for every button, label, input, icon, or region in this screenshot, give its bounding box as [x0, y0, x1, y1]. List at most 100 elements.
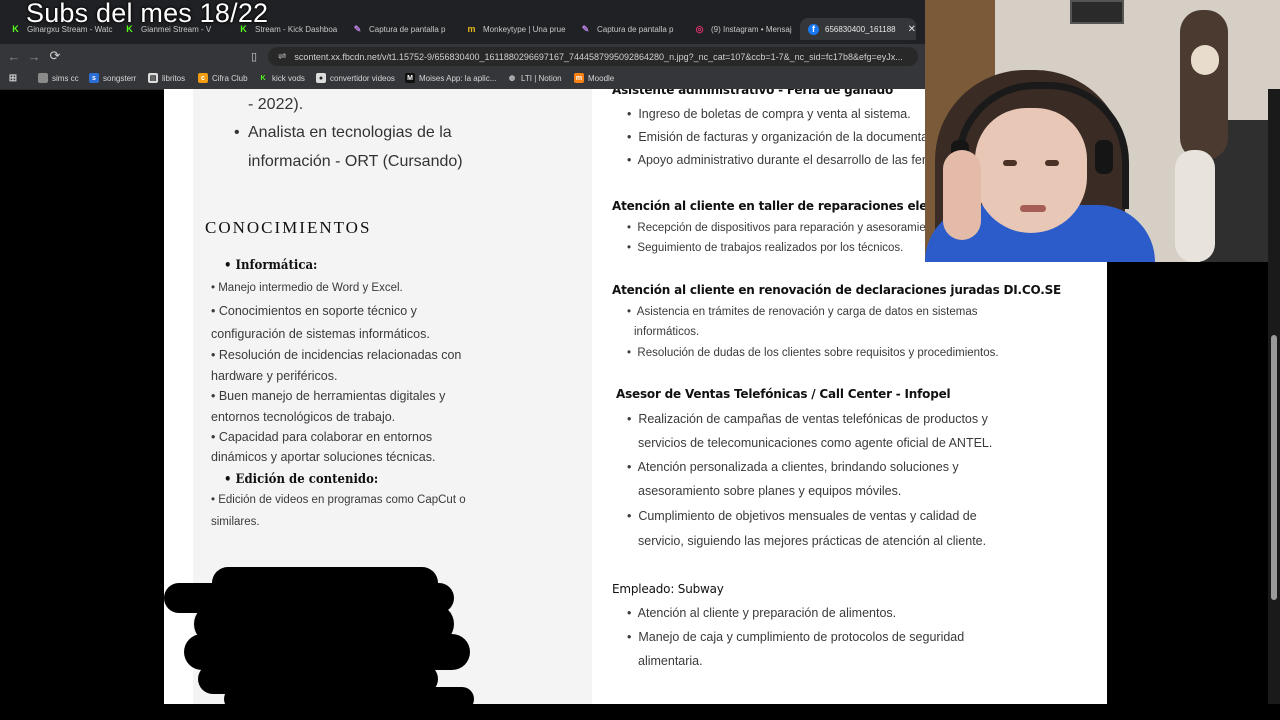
job-infopel-item-1-cont: asesoramiento sobre planes y equipos móv… [638, 484, 902, 498]
bookmark-lti-notion[interactable]: ◍ LTI | Notion [507, 73, 562, 83]
kick-icon: K [260, 74, 266, 82]
job-infopel-item-0-cont: servicios de telecomunicaciones como age… [638, 436, 993, 450]
job-infopel-item-1: • Atención personalizada a clientes, bri… [627, 460, 959, 474]
address-bar[interactable]: ⇌ scontent.xx.fbcdn.net/v/t1.15752-9/656… [268, 47, 918, 66]
feather-icon: ✎ [581, 23, 590, 34]
tab-label: Monkeytype | Una prue [483, 24, 566, 34]
back-arrow-icon[interactable]: ← [6, 48, 22, 64]
close-tab-icon[interactable]: ✕ [908, 24, 916, 35]
bookmark-libritos[interactable]: ▤ libritos [148, 73, 185, 83]
content-subheading-text: Edición de contenido: [235, 472, 379, 487]
job-taller-item-1: • Seguimiento de trabajos realizados por… [627, 242, 904, 254]
cam-person-hand [943, 150, 981, 240]
job-dicose-item-0-cont: informáticos. [634, 326, 700, 338]
scrollbar-thumb[interactable] [1271, 335, 1277, 600]
job-title-feria: Asistente administrativo - Feria de gana… [612, 89, 894, 97]
job-feria-item-2: • Apoyo administrativo durante el desarr… [627, 153, 946, 167]
url-text: scontent.xx.fbcdn.net/v/t1.15752-9/65683… [294, 51, 903, 62]
bookmark-convertidor[interactable]: ● convertidor videos [316, 73, 395, 83]
item-text: Emisión de facturas y organización de la… [638, 130, 955, 144]
cam-plush-face [1191, 45, 1219, 75]
cam-plush [1180, 10, 1228, 160]
job-infopel-item-0: • Realización de campañas de ventas tele… [627, 412, 988, 426]
skills-heading: CONOCIMIENTOS [205, 218, 372, 237]
item-text: Resolución de dudas de los clientes sobr… [637, 347, 999, 359]
it-subheading: • Informática: [224, 258, 318, 273]
it-line-3: • Resolución de incidencias relacionadas… [211, 348, 462, 362]
bookmark-cifra-club[interactable]: c Cifra Club [198, 73, 248, 83]
bookmark-songsterr[interactable]: s songsterr [89, 73, 136, 83]
tab-captura-1[interactable]: ✎ Captura de pantalla p [352, 18, 452, 40]
bookmark-label: Moises App: la aplic... [419, 73, 497, 83]
bookmark-icon[interactable]: ▯ [246, 48, 262, 64]
content-line-0: • Edición de videos en programas como Ca… [211, 494, 466, 506]
facebook-icon: f [808, 23, 819, 35]
it-line-8: dinámicos y aportar soluciones técnicas. [211, 450, 436, 464]
job-infopel-item-2-cont: servicio, siguiendo las mejores práctica… [638, 534, 987, 548]
bookmark-label: sims cc [52, 73, 79, 83]
item-text: Apoyo administrativo durante el desarrol… [637, 153, 946, 167]
it-line-0: • Manejo intermedio de Word y Excel. [211, 282, 403, 294]
it-subheading-text: Informática: [235, 258, 318, 273]
education-item-line2: información - ORT (Cursando) [248, 153, 463, 170]
job-dicose-item-1: • Resolución de dudas de los clientes so… [627, 347, 999, 359]
tab-monkeytype[interactable]: m Monkeytype | Una prue [466, 18, 566, 40]
forward-arrow-icon[interactable]: → [26, 48, 42, 64]
bookmark-moodle[interactable]: m Moodle [574, 73, 614, 83]
item-text: Ingreso de boletas de compra y venta al … [638, 107, 911, 121]
tab-active-image[interactable]: f 656830400_161188 ✕ [800, 18, 916, 40]
cam-headset-cup [1095, 140, 1113, 174]
item-text: Seguimiento de trabajos realizados por l… [637, 242, 904, 254]
tab-captura-2[interactable]: ✎ Captura de pantalla p [580, 18, 680, 40]
convert-icon: ● [316, 73, 326, 83]
item-text: Asistencia en trámites de renovación y c… [636, 306, 978, 318]
monkeytype-icon: m [467, 24, 476, 34]
bookmark-kick-vods[interactable]: K kick vods [258, 73, 304, 83]
webcam-overlay [925, 0, 1280, 262]
bookmark-label: Cifra Club [212, 73, 248, 83]
moodle-icon: m [574, 73, 584, 83]
tab-label: Captura de pantalla p [597, 24, 674, 34]
education-item-line1: Analista en tecnologias de la [248, 124, 452, 141]
job-subway-item-0: • Atención al cliente y preparación de a… [627, 606, 897, 620]
site-info-icon[interactable]: ⇌ [278, 51, 286, 62]
job-feria-item-0: • Ingreso de boletas de compra y venta a… [627, 107, 911, 121]
job-taller-item-0: • Recepción de dispositivos para reparac… [627, 222, 945, 234]
cam-guitar [1175, 150, 1215, 262]
bookmark-sims-cc[interactable]: sims cc [38, 73, 79, 83]
education-item-tail: - 2022). [248, 96, 304, 113]
content-subheading: • Edición de contenido: [224, 472, 379, 487]
tab-label: Captura de pantalla p [369, 24, 446, 34]
bookmark-label: libritos [162, 73, 186, 83]
cam-wall-frame [1070, 0, 1124, 24]
job-dicose-item-0: • Asistencia en trámites de renovación y… [627, 306, 978, 318]
item-text: Realización de campañas de ventas telefó… [638, 412, 988, 426]
instagram-icon: ◎ [695, 23, 704, 34]
tab-instagram[interactable]: ◎ (9) Instagram • Mensaj [694, 18, 796, 40]
tab-label: (9) Instagram • Mensaj [711, 24, 792, 34]
bookmark-moises[interactable]: M Moises App: la aplic... [405, 73, 496, 83]
subs-goal-overlay: Subs del mes 18/22 [26, 0, 269, 28]
it-line-7: • Capacidad para colaborar en entornos [211, 430, 433, 444]
it-line-6: entornos tecnológicos de trabajo. [211, 410, 396, 424]
bookmark-label: songsterr [103, 73, 137, 83]
item-text: Atención al cliente y preparación de ali… [637, 606, 897, 620]
redaction-scribble [224, 687, 474, 704]
bullet-dot: • [234, 124, 240, 141]
item-text: Recepción de dispositivos para reparació… [637, 222, 945, 234]
tab-label: 656830400_161188 [825, 24, 896, 34]
bookmark-label: Moodle [588, 73, 615, 83]
it-line-5: • Buen manejo de herramientas digitales … [211, 389, 446, 403]
folder-icon [38, 73, 48, 83]
job-subway-item-1-cont: alimentaria. [638, 654, 703, 668]
it-line-1: • Conocimientos en soporte técnico y [211, 304, 417, 318]
job-title-dicose: Atención al cliente en renovación de dec… [612, 283, 1062, 297]
book-icon: ▤ [148, 73, 158, 83]
reload-icon[interactable]: ⟳ [47, 48, 63, 64]
bookmark-label: convertidor videos [330, 73, 395, 83]
apps-grid-icon[interactable]: ⊞ [8, 73, 18, 84]
it-line-4: hardware y periféricos. [211, 369, 338, 383]
content-line-1: similares. [211, 516, 260, 528]
item-text: Cumplimiento de objetivos mensuales de v… [638, 509, 977, 523]
moises-icon: M [405, 73, 415, 83]
